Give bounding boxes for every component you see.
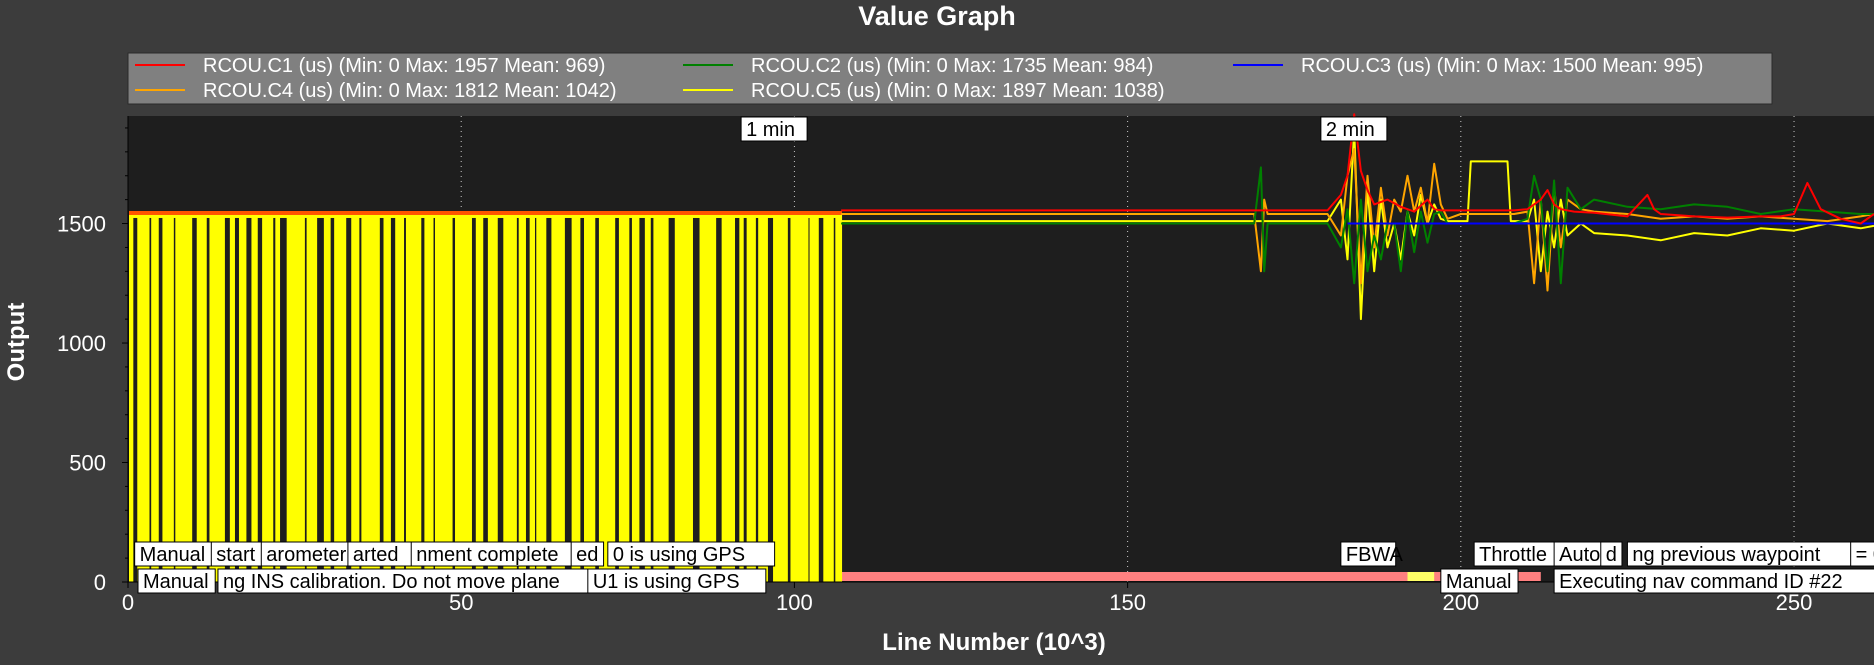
dense-region-gap xyxy=(257,217,263,582)
dense-region-gap xyxy=(206,217,210,582)
annotation-row1-0-text: Manual xyxy=(140,544,206,566)
annotation-row1-3-text: arted xyxy=(353,544,399,566)
dense-region-gap xyxy=(787,217,791,582)
time-marker-1-text: 2 min xyxy=(1326,119,1375,141)
legend: RCOU.C1 (us) (Min: 0 Max: 1957 Mean: 969… xyxy=(127,52,1773,105)
annotation-row1-1-text: start xyxy=(216,544,255,566)
dense-region-gap xyxy=(629,217,632,582)
dense-region-gap xyxy=(421,217,425,582)
value-graph-chart: Value Graph RCOU.C1 (us) (Min: 0 Max: 19… xyxy=(3,1,1874,656)
dense-region-gap xyxy=(379,217,384,582)
annotation-row1-10-text: d xyxy=(1606,544,1617,566)
annotation-row1-5-text: ed xyxy=(576,544,598,566)
dense-region-gap xyxy=(173,217,176,582)
dense-region-gap xyxy=(808,217,810,582)
dense-region-gap xyxy=(471,217,476,582)
x-tick-label-3: 150 xyxy=(1109,590,1146,615)
annotation-row1-6-text: 0 is using GPS xyxy=(613,544,745,566)
dense-region-gap xyxy=(755,217,759,582)
annotation-row1-7-text: FBWA xyxy=(1346,544,1404,566)
legend-entry-2: RCOU.C2 (us) (Min: 0 Max: 1735 Mean: 984… xyxy=(751,55,1153,77)
dense-region-gap xyxy=(650,217,654,582)
annotation-row1-2-text: arometer xyxy=(266,544,346,566)
y-tick-label-2: 1000 xyxy=(57,331,106,356)
annotation-row1-8-text: Throttle xyxy=(1479,544,1547,566)
dense-region-gap xyxy=(743,217,747,582)
dense-region-gap xyxy=(452,217,456,582)
dense-region-gap xyxy=(390,217,396,582)
dense-region-gap xyxy=(133,217,138,582)
chart-title: Value Graph xyxy=(858,1,1016,31)
annotation-row2-1-text: ng INS calibration. Do not move plane xyxy=(223,571,560,593)
dense-region-gap xyxy=(234,217,239,582)
dense-region-gap xyxy=(304,217,307,582)
dense-region-gap xyxy=(192,217,197,582)
dense-region-gap xyxy=(534,217,537,582)
dense-region-gap xyxy=(525,217,530,582)
dense-region-gap xyxy=(767,217,774,582)
legend-entry-5: RCOU.C5 (us) (Min: 0 Max: 1897 Mean: 103… xyxy=(751,80,1165,102)
dense-region-gap xyxy=(833,217,836,582)
dense-region-gap xyxy=(580,217,585,582)
x-axis-label: Line Number (10^3) xyxy=(882,629,1105,656)
dense-region-gap xyxy=(615,217,619,582)
dense-region-gap xyxy=(433,217,436,582)
status-band-highlight xyxy=(1407,572,1435,581)
annotation-row2-2-text: U1 is using GPS xyxy=(593,571,740,593)
dense-region-gap xyxy=(158,217,163,582)
legend-entry-3: RCOU.C3 (us) (Min: 0 Max: 1500 Mean: 995… xyxy=(1301,55,1703,77)
legend-entry-4: RCOU.C4 (us) (Min: 0 Max: 1812 Mean: 104… xyxy=(203,80,617,102)
x-tick-label-2: 100 xyxy=(776,590,813,615)
dense-region-gap xyxy=(246,217,252,582)
annotation-row1-4-text: nment complete xyxy=(416,544,558,566)
dense-region-gap xyxy=(330,217,335,582)
dense-region-gap xyxy=(359,217,362,582)
dense-region-gap xyxy=(639,217,645,582)
dense-region-gap xyxy=(346,217,352,582)
annotation-row1-9-text: Auto xyxy=(1559,544,1600,566)
y-tick-label-0: 0 xyxy=(94,570,106,595)
dense-region-gap xyxy=(224,217,230,582)
legend-entry-1: RCOU.C1 (us) (Min: 0 Max: 1957 Mean: 969… xyxy=(203,55,605,77)
status-band xyxy=(841,572,1541,581)
dense-region-gap xyxy=(317,217,324,582)
annotation-row1-12-text: = 0 xyxy=(1856,544,1874,566)
dense-region-gap xyxy=(564,217,572,582)
x-tick-label-0: 0 xyxy=(122,590,134,615)
annotation-row1-11-text: ng previous waypoint xyxy=(1632,544,1820,566)
dense-region-gap xyxy=(149,217,152,582)
annotation-row2-0-text: Manual xyxy=(143,571,209,593)
y-axis-label: Output xyxy=(3,303,30,382)
x-tick-label-1: 50 xyxy=(449,590,473,615)
annotation-row2-3-text: Manual xyxy=(1446,571,1512,593)
dense-region-gap xyxy=(546,217,552,582)
dense-region-gap xyxy=(280,217,287,582)
dense-region-gap xyxy=(273,217,276,582)
dense-region-gap xyxy=(692,217,700,582)
dense-region-top xyxy=(129,210,843,215)
dense-region-gap xyxy=(735,217,740,582)
dense-region-gap xyxy=(668,217,675,582)
time-marker-0-text: 1 min xyxy=(746,119,795,141)
dense-region-gap xyxy=(497,217,504,582)
dense-region-gap xyxy=(516,217,519,582)
y-tick-label-1: 500 xyxy=(69,451,106,476)
x-tick-label-4: 200 xyxy=(1442,590,1479,615)
dense-region-gap xyxy=(716,217,722,582)
dense-region-gap xyxy=(595,217,599,582)
dense-region-gap xyxy=(483,217,488,582)
annotation-row2-4-text: Executing nav command ID #22 xyxy=(1559,571,1843,593)
dense-region-gap xyxy=(818,217,824,582)
dense-region-gap xyxy=(404,217,406,582)
x-tick-label-5: 250 xyxy=(1776,590,1813,615)
y-tick-label-3: 1500 xyxy=(57,212,106,237)
